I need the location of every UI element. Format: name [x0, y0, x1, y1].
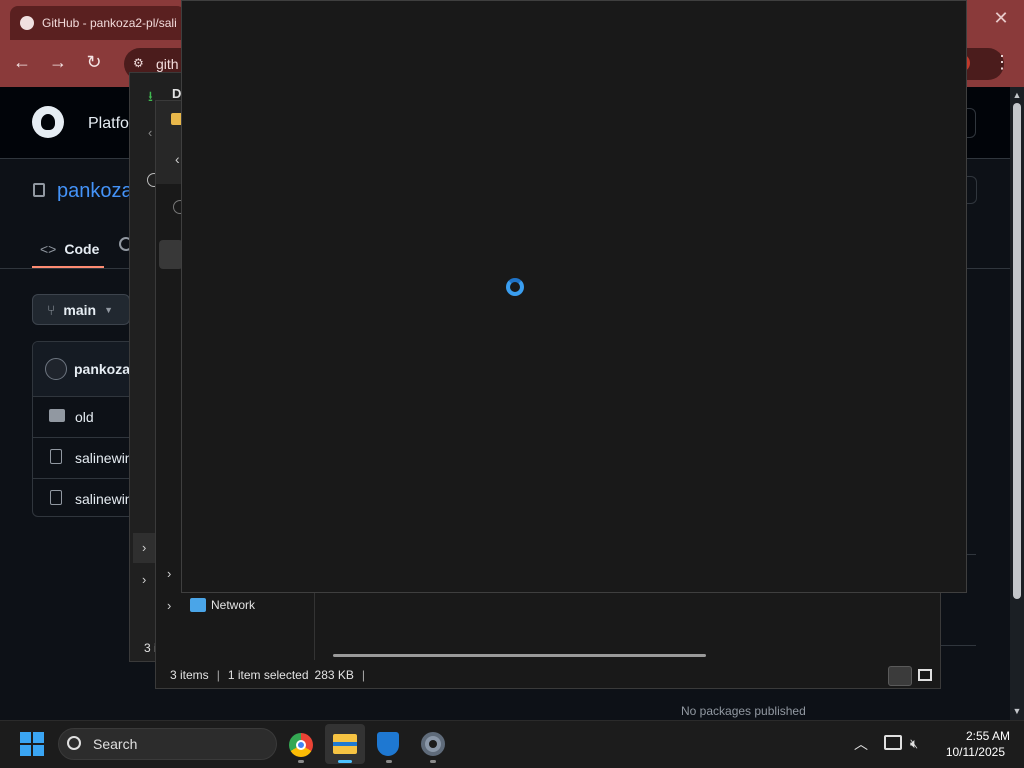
network-icon [190, 598, 206, 612]
kebab-menu-icon[interactable]: ⋮ [992, 52, 1012, 74]
taskbar-search-label: Search [93, 736, 138, 752]
folder-icon [49, 409, 65, 422]
no-packages-text: No packages published [681, 704, 806, 718]
running-indicator [386, 760, 392, 763]
chevron-up-icon[interactable]: ︿ [854, 734, 868, 754]
start-windows-icon[interactable] [20, 732, 44, 756]
horizontal-scrollbar[interactable] [333, 654, 706, 657]
back-folder-label: D [172, 86, 182, 101]
volume-muted-icon[interactable]: 🔇︎ [910, 736, 918, 752]
loading-spinner-icon [506, 278, 524, 296]
code-icon: <> [40, 241, 57, 257]
repo-owner-link[interactable]: pankoza [57, 180, 133, 203]
chevron-right-icon[interactable]: › [167, 566, 171, 581]
status-size: 283 KB [314, 668, 354, 682]
status-item-count: 3 items [170, 668, 209, 682]
site-settings-icon[interactable]: ⚙ [133, 56, 144, 70]
running-indicator [298, 760, 304, 763]
tab-code-label: Code [64, 241, 100, 257]
active-indicator [338, 760, 352, 763]
tab-code[interactable]: <> Code [32, 232, 104, 268]
taskbar-search[interactable]: Search [58, 728, 277, 760]
clock-time[interactable]: 2:55 AM [940, 729, 1010, 743]
chrome-icon[interactable] [289, 733, 313, 757]
github-favicon-icon [20, 16, 34, 30]
chevron-right-icon[interactable]: › [142, 572, 146, 587]
back-arrow-icon[interactable]: ‹ [148, 125, 152, 140]
loading-window[interactable] [181, 0, 967, 593]
back-arrow-icon[interactable]: ← [8, 48, 36, 76]
search-icon [67, 736, 81, 750]
running-indicator [430, 760, 436, 763]
caret-down-icon: ▼ [104, 304, 114, 315]
explorer-statusbar: 3 items | 1 item selected 283 KB | [156, 662, 940, 688]
back-arrow-icon[interactable]: ‹ [175, 151, 180, 167]
scrollbar-thumb[interactable] [1013, 103, 1021, 599]
avatar[interactable] [45, 358, 67, 380]
github-logo-icon[interactable] [32, 106, 64, 138]
status-separator: | [216, 668, 220, 682]
nav-item-network[interactable]: Network [211, 598, 255, 612]
windows-security-icon[interactable] [377, 732, 399, 756]
close-icon[interactable]: ✕ [990, 8, 1012, 30]
scroll-up-icon[interactable]: ▲ [1010, 88, 1024, 102]
branch-selector[interactable]: ⑂ main ▼ [32, 294, 130, 325]
nav-pane-divider[interactable] [314, 593, 315, 660]
address-text: gith [156, 56, 179, 72]
forward-arrow-icon[interactable]: → [44, 48, 72, 76]
file-explorer-icon [333, 734, 357, 754]
reload-icon[interactable]: ↻ [80, 48, 108, 76]
tiles-view-button[interactable] [914, 666, 936, 686]
chevron-right-icon[interactable]: › [167, 598, 171, 613]
file-name[interactable]: salinewin [75, 450, 133, 466]
repo-icon [33, 183, 45, 197]
branch-icon: ⑂ [47, 301, 56, 318]
details-view-button[interactable] [888, 666, 912, 686]
file-name[interactable]: salinewin [75, 491, 133, 507]
network-status-icon[interactable] [884, 735, 902, 750]
file-icon [50, 490, 62, 505]
chevron-right-icon[interactable]: › [142, 540, 146, 555]
file-icon [50, 449, 62, 464]
browser-tab-title: GitHub - pankoza2-pl/sali [42, 16, 177, 30]
browser-tab[interactable]: GitHub - pankoza2-pl/sali [10, 6, 185, 40]
platform-menu[interactable]: Platfor [88, 115, 134, 133]
status-selected: 1 item selected [227, 668, 309, 682]
status-separator: | [361, 668, 366, 682]
sidebar-divider [940, 645, 976, 646]
settings-icon[interactable] [421, 732, 445, 756]
nav-pane-selected-item[interactable] [159, 240, 183, 269]
download-icon: ⭳ [148, 88, 153, 104]
branch-name: main [63, 301, 97, 318]
folder-name[interactable]: old [75, 409, 94, 425]
scroll-down-icon[interactable]: ▼ [1010, 704, 1024, 718]
clock-date[interactable]: 10/11/2025 [940, 745, 1005, 759]
